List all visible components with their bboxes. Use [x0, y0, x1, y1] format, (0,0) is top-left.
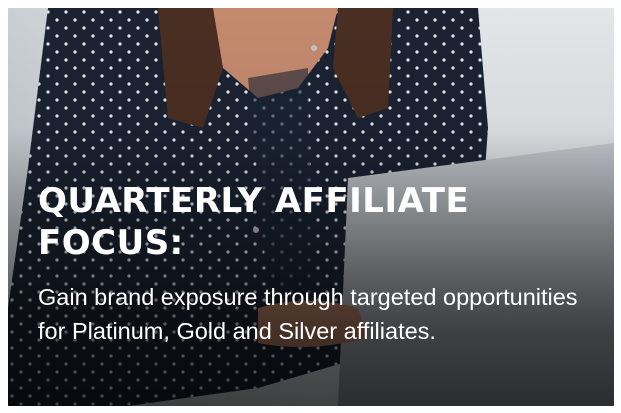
promo-description: Gain brand exposure through targeted opp… — [38, 284, 578, 344]
headline: QUARTERLY AFFILIATE FOCUS: — [38, 181, 470, 263]
promo-card[interactable]: QUARTERLY AFFILIATE FOCUS: Gain brand ex… — [8, 8, 614, 406]
promo-copy: QUARTERLY AFFILIATE FOCUS: Gain brand ex… — [38, 180, 598, 348]
